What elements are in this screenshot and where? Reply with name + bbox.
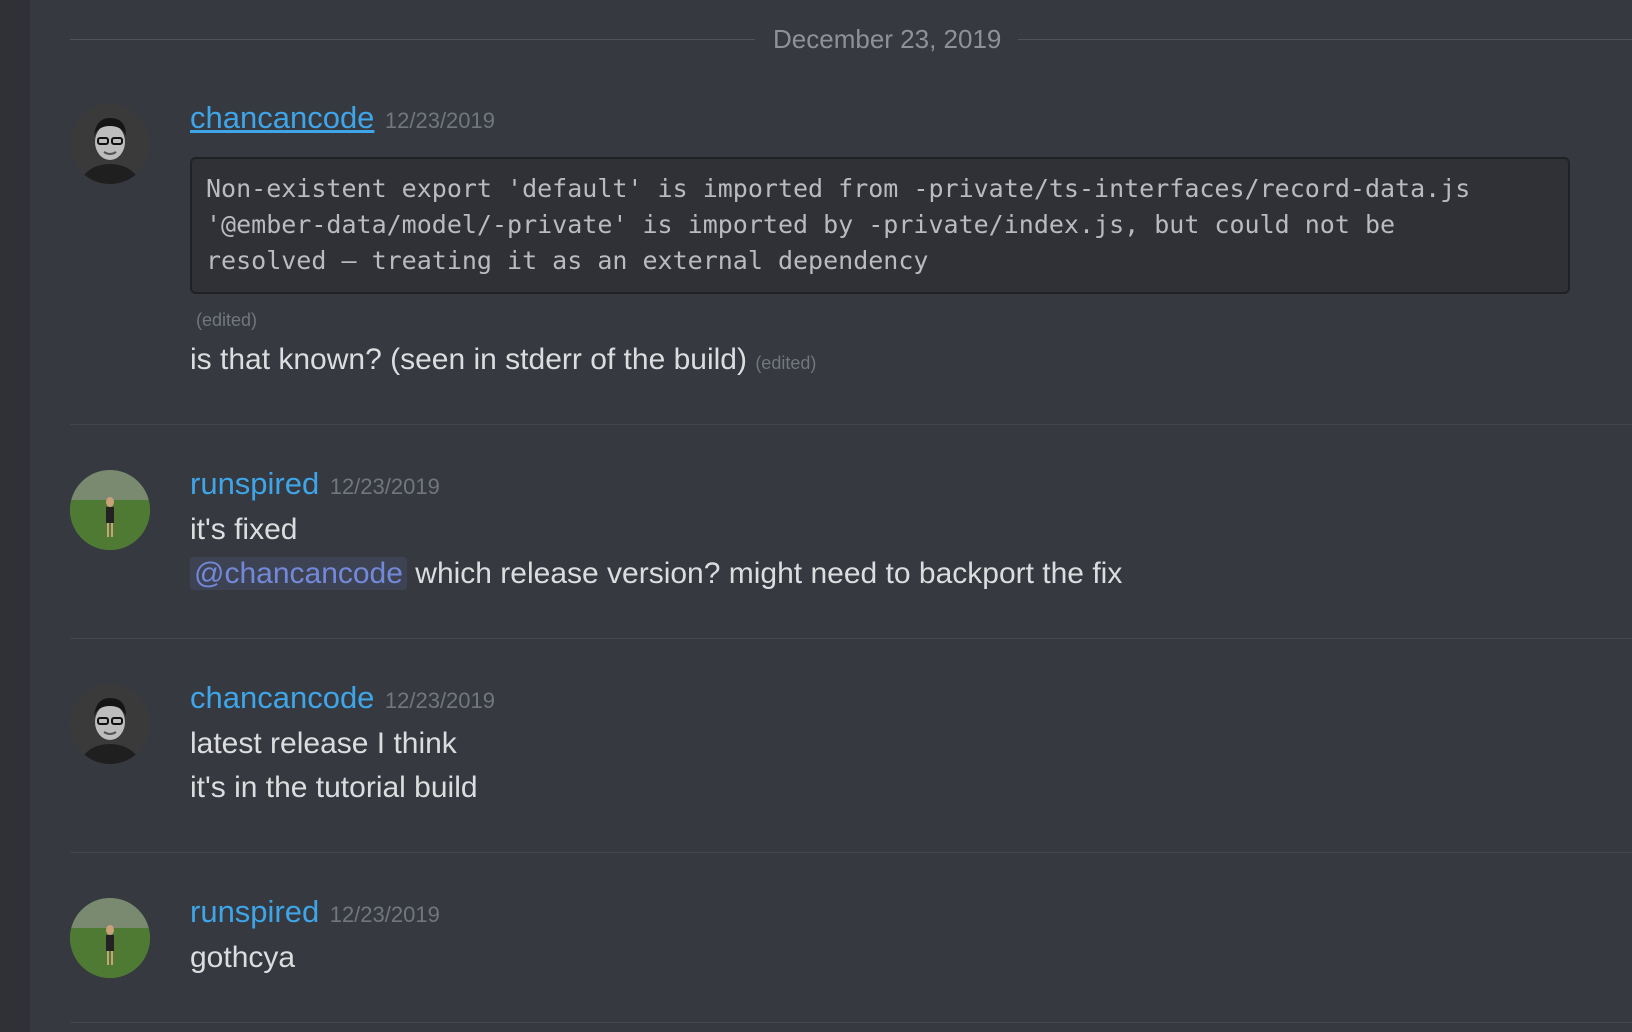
message-text: it's in the tutorial build — [190, 771, 478, 804]
message-header: chancancode 12/23/2019 — [190, 100, 495, 136]
avatar[interactable] — [70, 104, 150, 184]
message-content: which release version? might need to bac… — [406, 557, 1123, 590]
code-block: Non-existent export 'default' is importe… — [190, 157, 1570, 294]
chat-window: December 23, 2019 chancancode 12/23/2019… — [0, 0, 1632, 1032]
timestamp: 12/23/2019 — [384, 688, 495, 713]
date-divider: December 23, 2019 — [70, 24, 1632, 54]
message-text: it's fixed — [190, 513, 298, 546]
message-separator — [70, 638, 1632, 639]
user-mention[interactable]: @chancancode — [190, 557, 407, 590]
code-line: resolved – treating it as an external de… — [206, 246, 929, 275]
message-header: runspired 12/23/2019 — [190, 466, 440, 502]
avatar[interactable] — [70, 470, 150, 550]
message-text: latest release I think — [190, 727, 457, 760]
message-header: chancancode 12/23/2019 — [190, 680, 495, 716]
message-content: is that known? (seen in stderr of the bu… — [190, 343, 747, 376]
avatar[interactable] — [70, 684, 150, 764]
message-header: runspired 12/23/2019 — [190, 894, 440, 930]
username[interactable]: chancancode — [190, 100, 374, 135]
username[interactable]: chancancode — [190, 680, 374, 715]
timestamp: 12/23/2019 — [329, 474, 440, 499]
edited-label: (edited) — [755, 353, 817, 373]
avatar[interactable] — [70, 898, 150, 978]
message-text: gothcya — [190, 941, 296, 974]
code-line: Non-existent export 'default' is importe… — [206, 174, 1471, 203]
avatar-chancancode-image — [70, 104, 150, 184]
avatar-chancancode-image — [70, 684, 150, 764]
timestamp: 12/23/2019 — [384, 108, 495, 133]
divider-line-left — [70, 39, 755, 40]
avatar-runspired-image — [70, 470, 150, 550]
code-line: '@ember-data/model/-private' is imported… — [206, 210, 1396, 239]
left-sidebar-edge — [0, 0, 30, 1032]
message-separator — [70, 852, 1632, 853]
message-separator — [70, 424, 1632, 425]
message-separator — [70, 1022, 1632, 1023]
edited-label: (edited) — [196, 310, 258, 330]
username[interactable]: runspired — [190, 466, 319, 501]
timestamp: 12/23/2019 — [329, 902, 440, 927]
avatar-runspired-image — [70, 898, 150, 978]
message-text: @chancancode which release version? migh… — [190, 557, 1122, 591]
date-divider-label: December 23, 2019 — [773, 24, 1002, 54]
username[interactable]: runspired — [190, 894, 319, 929]
message-text: is that known? (seen in stderr of the bu… — [190, 343, 816, 377]
divider-line-right — [1018, 39, 1632, 40]
